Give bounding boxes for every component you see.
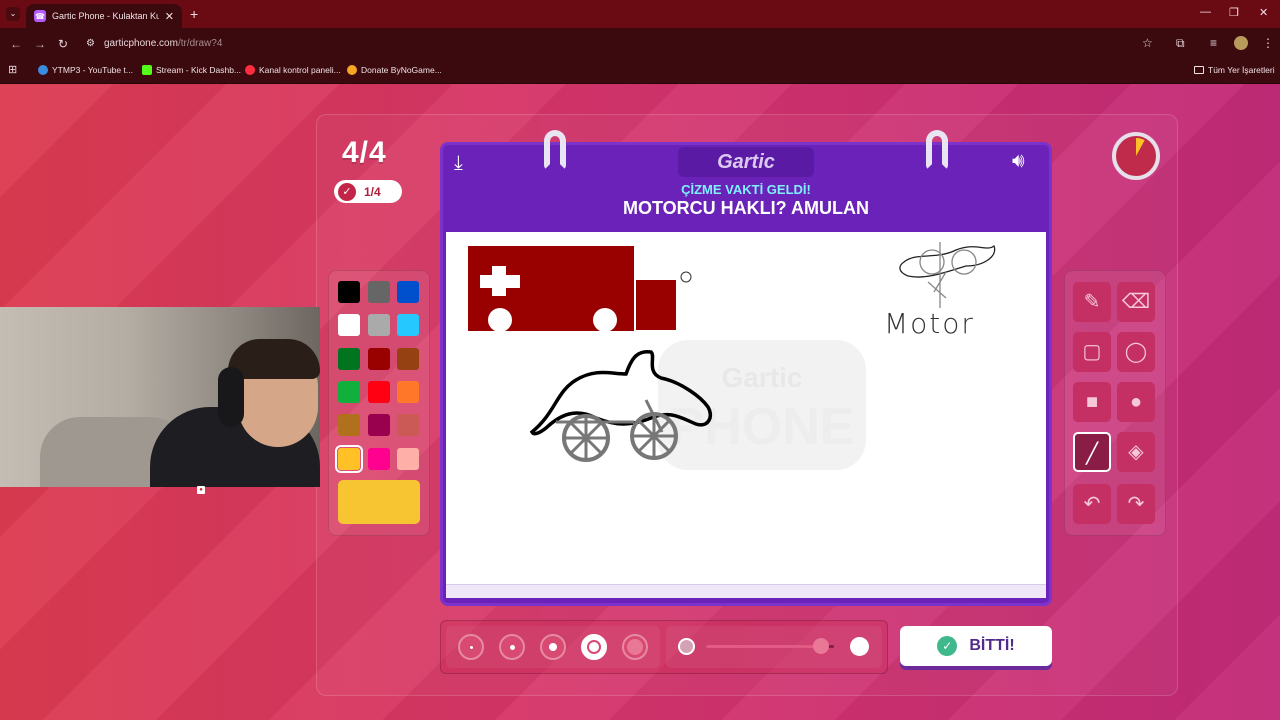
- binder-ring-left: [544, 130, 566, 170]
- apps-grid-icon[interactable]: ⊞: [8, 63, 17, 76]
- check-icon: ✓: [937, 636, 958, 656]
- kick-icon: [142, 65, 152, 75]
- color-swatch-5[interactable]: [397, 314, 419, 337]
- color-swatch-13[interactable]: [367, 414, 390, 437]
- bookmark-kick[interactable]: Stream - Kick Dashb...: [142, 65, 241, 75]
- ytmp3-icon: [38, 65, 48, 75]
- color-swatch-2[interactable]: [397, 281, 419, 303]
- draw-theme: MOTORCU HAKLI? AMULAN: [623, 198, 869, 218]
- youtube-icon: [245, 65, 255, 75]
- check-icon: ✓: [338, 182, 356, 201]
- color-swatch-6[interactable]: [338, 347, 360, 370]
- close-tab-icon[interactable]: ✕: [165, 10, 174, 23]
- eraser-icon[interactable]: ⌫: [1117, 282, 1155, 322]
- menu-icon[interactable]: ⋮: [1262, 36, 1274, 50]
- profile-avatar[interactable]: [1234, 36, 1248, 50]
- color-swatch-4[interactable]: [367, 314, 390, 337]
- canvas-drawing: Gartic PHONE Motor: [468, 242, 996, 470]
- url-field[interactable]: garticphone.com/tr/draw?4: [104, 38, 222, 49]
- undo-icon[interactable]: ↶: [1073, 484, 1111, 524]
- tab-title: Gartic Phone - Kulaktan Kulağa: [52, 11, 159, 21]
- canvas-bottom-edge: [446, 584, 1046, 598]
- bookmark-star-icon[interactable]: ☆: [1142, 36, 1153, 50]
- gartic-favicon-icon: ☎: [34, 10, 46, 22]
- bookmark-ytmp3[interactable]: YTMP3 - YouTube t...: [38, 65, 133, 75]
- restore-icon[interactable]: ❐: [1229, 6, 1239, 19]
- done-button[interactable]: ✓ BİTTİ!: [900, 626, 1052, 666]
- color-swatch-10[interactable]: [367, 380, 390, 403]
- draw-prompt-subtitle: ÇİZME VAKTİ GELDİ!: [681, 182, 811, 197]
- opacity-low-icon: [678, 638, 695, 655]
- rect-filled-icon[interactable]: ■: [1073, 382, 1111, 422]
- sketch-label: Motor: [884, 307, 975, 340]
- color-swatch-15[interactable]: [335, 444, 363, 473]
- round-timer: [1112, 132, 1160, 180]
- recording-icon: ●: [197, 486, 205, 494]
- media-controls-icon[interactable]: ≡: [1210, 36, 1217, 50]
- color-swatch-17[interactable]: [397, 447, 419, 470]
- timer-icon: [1118, 138, 1154, 174]
- gartic-logo: Gartic: [678, 147, 814, 177]
- done-button-label: BİTTİ!: [969, 637, 1015, 654]
- opacity-high-icon: [850, 637, 869, 656]
- watermark-text-2: PHONE: [670, 398, 855, 456]
- new-tab-icon[interactable]: +: [190, 6, 198, 22]
- brush-size-5[interactable]: [622, 634, 648, 660]
- color-swatch-11[interactable]: [397, 380, 419, 403]
- webcam-overlay: [0, 307, 320, 487]
- brush-size-1[interactable]: [458, 634, 484, 660]
- opacity-fill: [706, 645, 822, 648]
- browser-tab[interactable]: ☎ Gartic Phone - Kulaktan Kulağa ✕: [26, 4, 182, 28]
- color-swatch-8[interactable]: [397, 347, 419, 370]
- donate-icon: [347, 65, 357, 75]
- line-icon[interactable]: ╱: [1073, 432, 1111, 472]
- brush-cursor: [680, 271, 692, 283]
- pencil-icon[interactable]: ✎: [1073, 282, 1111, 322]
- round-counter: 4/4: [342, 136, 387, 169]
- current-color-preview[interactable]: [338, 480, 420, 524]
- back-icon[interactable]: ←: [10, 37, 22, 51]
- fill-bucket-icon[interactable]: ◈: [1117, 432, 1155, 472]
- close-window-icon[interactable]: ✕: [1259, 6, 1268, 19]
- ambulance-drawing: [468, 246, 676, 332]
- brush-size-2[interactable]: [499, 634, 525, 660]
- all-bookmarks[interactable]: Tüm Yer İşaretleri: [1194, 65, 1275, 75]
- sound-icon[interactable]: 🔊︎: [1012, 150, 1025, 173]
- reload-icon[interactable]: ↻: [58, 37, 68, 51]
- color-swatch-16[interactable]: [367, 447, 390, 470]
- color-swatch-0[interactable]: [338, 281, 360, 303]
- color-swatch-12[interactable]: [338, 414, 360, 437]
- folder-icon: [1194, 66, 1204, 74]
- rect-outline-icon[interactable]: ▢: [1073, 332, 1111, 372]
- download-icon[interactable]: ⤓: [454, 152, 463, 175]
- redo-icon[interactable]: ↷: [1117, 484, 1155, 524]
- players-done-count: 1/4: [364, 184, 381, 199]
- brush-size-4[interactable]: [581, 634, 607, 660]
- drawing-canvas[interactable]: Gartic PHONE Motor: [446, 232, 1046, 596]
- players-done-badge: ✓ 1/4: [334, 180, 402, 203]
- color-swatch-3[interactable]: [338, 314, 360, 337]
- color-swatch-9[interactable]: [338, 380, 360, 403]
- ellipse-filled-icon[interactable]: ●: [1117, 382, 1155, 422]
- extensions-icon[interactable]: ⧉: [1176, 36, 1185, 51]
- watermark-text: Gartic: [722, 362, 803, 393]
- color-swatch-1[interactable]: [367, 281, 390, 303]
- headphones-icon: [218, 367, 244, 427]
- bookmark-donate[interactable]: Donate ByNoGame...: [347, 65, 442, 75]
- binder-ring-right: [926, 130, 948, 170]
- reference-sketch: [899, 242, 996, 308]
- ellipse-outline-icon[interactable]: ◯: [1117, 332, 1155, 372]
- forward-icon[interactable]: →: [34, 37, 46, 51]
- minimize-icon[interactable]: —: [1200, 6, 1211, 18]
- brush-size-3[interactable]: [540, 634, 566, 660]
- color-swatch-14[interactable]: [397, 414, 419, 437]
- site-info-icon[interactable]: ⚙: [86, 38, 95, 49]
- tab-search-button[interactable]: ⌄: [6, 7, 20, 21]
- color-swatch-7[interactable]: [367, 347, 390, 370]
- bookmark-youtube-studio[interactable]: Kanal kontrol paneli...: [245, 65, 341, 75]
